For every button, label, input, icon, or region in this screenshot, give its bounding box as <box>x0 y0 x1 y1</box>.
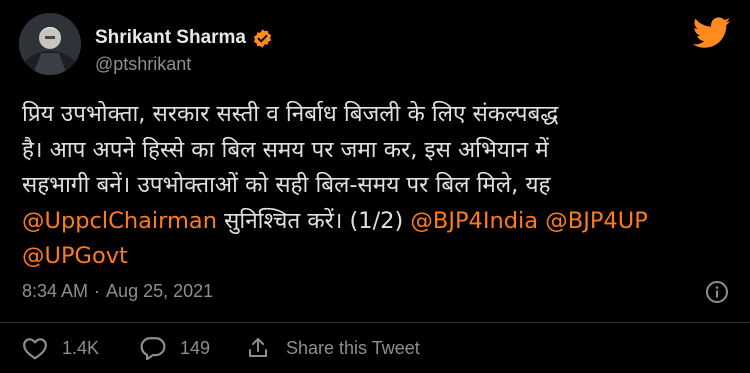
reply-button[interactable]: 149 <box>140 333 210 363</box>
tweet-line: सहभागी बनें। उपभोक्ताओं को सही बिल-समय प… <box>22 168 732 204</box>
info-icon[interactable] <box>705 280 729 304</box>
share-button[interactable]: Share this Tweet <box>246 333 420 363</box>
author-name-row[interactable]: Shrikant Sharma <box>95 27 273 49</box>
tweet-line: है। आप अपने हिस्से का बिल समय पर जमा कर,… <box>22 133 732 169</box>
author-handle[interactable]: @ptshrikant <box>95 54 191 75</box>
like-button[interactable]: 1.4K <box>22 333 99 363</box>
avatar[interactable] <box>19 13 81 75</box>
tweet-line: @UPGovt <box>22 239 732 275</box>
share-icon <box>246 336 270 360</box>
author-name[interactable]: Shrikant Sharma <box>95 27 246 49</box>
meta-separator: · <box>94 281 101 301</box>
tweet-timestamp[interactable]: 8:34 AM · Aug 25, 2021 <box>22 281 213 302</box>
reply-bubble-icon <box>140 336 166 360</box>
divider <box>0 322 750 323</box>
share-label: Share this Tweet <box>286 337 420 358</box>
mention-link[interactable]: @UPGovt <box>22 243 128 269</box>
tweet-time[interactable]: 8:34 AM <box>22 281 88 302</box>
mention-link[interactable]: @UppclChairman <box>22 208 217 234</box>
mention-link[interactable]: @BJP4India <box>410 208 538 234</box>
tweet-date[interactable]: Aug 25, 2021 <box>106 281 213 302</box>
tweet-card: Shrikant Sharma @ptshrikant प्रिय उपभोक्… <box>0 0 750 373</box>
tweet-text-segment: है। आप अपने हिस्से का बिल समय पर जमा कर,… <box>22 136 549 163</box>
tweet-text-segment: प्रिय उपभोक्ता, सरकार सस्ती व निर्बाध बि… <box>22 101 559 127</box>
reply-count: 149 <box>180 337 211 358</box>
verified-badge-icon <box>252 28 273 49</box>
twitter-bird-icon[interactable] <box>692 17 731 49</box>
mention-link[interactable]: @BJP4UP <box>545 208 648 234</box>
heart-icon <box>22 336 48 360</box>
like-count: 1.4K <box>62 337 100 358</box>
tweet-text-segment: सुनिश्चित करें। (1/2) <box>217 207 411 234</box>
tweet-line: प्रिय उपभोक्ता, सरकार सस्ती व निर्बाध बि… <box>22 97 732 133</box>
tweet-line: @UppclChairman सुनिश्चित करें। (1/2) @BJ… <box>22 204 732 240</box>
tweet-text-segment: सहभागी बनें। उपभोक्ताओं को सही बिल-समय प… <box>22 172 551 198</box>
tweet-text: प्रिय उपभोक्ता, सरकार सस्ती व निर्बाध बि… <box>22 97 732 275</box>
